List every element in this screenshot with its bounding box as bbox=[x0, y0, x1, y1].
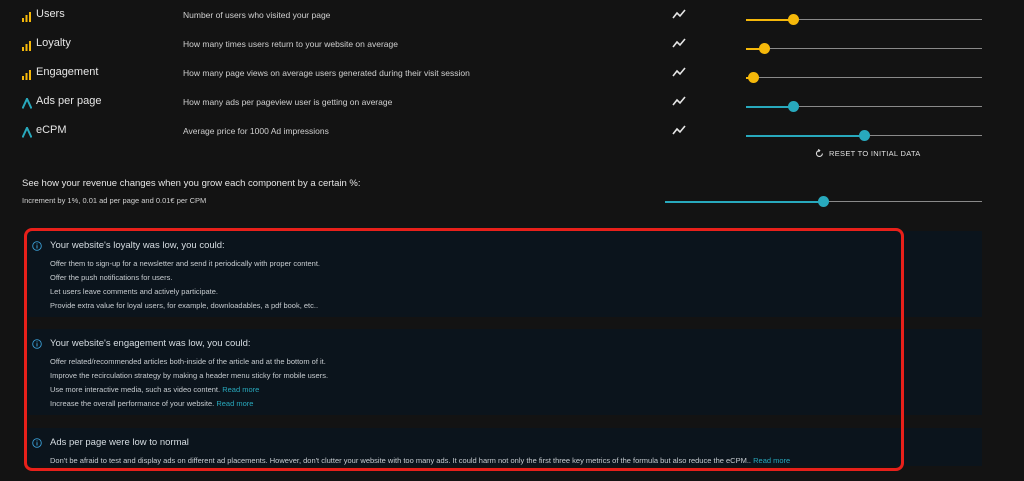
tip-list: Don't be afraid to test and display ads … bbox=[50, 454, 790, 468]
bar-chart-icon bbox=[22, 12, 31, 22]
engagement-slider[interactable] bbox=[746, 72, 982, 84]
trend-chart-icon[interactable] bbox=[672, 67, 686, 77]
slider-thumb[interactable] bbox=[787, 101, 799, 112]
metric-description: How many times users return to your webs… bbox=[183, 39, 398, 49]
tip-item: Offer the push notifications for users. bbox=[50, 271, 320, 285]
ad-logo-icon bbox=[22, 127, 32, 138]
trend-chart-icon[interactable] bbox=[672, 9, 686, 19]
metric-name: Ads per page bbox=[36, 95, 102, 107]
tip-title: Ads per page were low to normal bbox=[50, 437, 189, 448]
tip-title: Your website's engagement was low, you c… bbox=[50, 338, 251, 349]
slider-thumb[interactable] bbox=[858, 130, 870, 141]
metric-row-ecpm: eCPM Average price for 1000 Ad impressio… bbox=[0, 119, 1024, 148]
metric-name: eCPM bbox=[36, 124, 67, 136]
info-icon bbox=[32, 241, 42, 251]
tip-item-text: Use more interactive media, such as vide… bbox=[50, 385, 221, 394]
slider-thumb[interactable] bbox=[759, 43, 771, 54]
tip-item-text: Offer the push notifications for users. bbox=[50, 273, 173, 282]
metric-description: Average price for 1000 Ad impressions bbox=[183, 126, 329, 136]
ad-logo-icon bbox=[22, 98, 32, 109]
tip-title: Your website's loyalty was low, you coul… bbox=[50, 240, 225, 251]
metric-description: How many ads per pageview user is gettin… bbox=[183, 97, 393, 107]
metric-description: How many page views on average users gen… bbox=[183, 68, 470, 78]
metric-row-users: Users Number of users who visited your p… bbox=[0, 3, 1024, 32]
metric-name: Loyalty bbox=[36, 37, 71, 49]
info-icon bbox=[32, 339, 42, 349]
tip-item: Let users leave comments and actively pa… bbox=[50, 285, 320, 299]
tip-item: Offer related/recommended articles both-… bbox=[50, 355, 328, 369]
read-more-link[interactable]: Read more bbox=[216, 399, 253, 408]
tip-item-text: Let users leave comments and actively pa… bbox=[50, 287, 218, 296]
slider-thumb[interactable] bbox=[787, 14, 799, 25]
metric-description: Number of users who visited your page bbox=[183, 10, 331, 20]
bar-chart-icon bbox=[22, 41, 31, 51]
bar-chart-icon bbox=[22, 70, 31, 80]
tip-list: Offer related/recommended articles both-… bbox=[50, 355, 328, 411]
tip-card-ads-per-page: Ads per page were low to normal Don't be… bbox=[26, 428, 982, 466]
tip-item-text: Improve the recirculation strategy by ma… bbox=[50, 371, 329, 380]
tip-card-engagement: Your website's engagement was low, you c… bbox=[26, 329, 982, 415]
tip-item-text: Offer them to sign-up for a newsletter a… bbox=[50, 259, 321, 268]
slider-thumb[interactable] bbox=[747, 72, 759, 83]
tip-card-loyalty: Your website's loyalty was low, you coul… bbox=[26, 231, 982, 317]
read-more-link[interactable]: Read more bbox=[222, 385, 259, 394]
slider-thumb[interactable] bbox=[818, 196, 829, 207]
read-more-link[interactable]: Read more bbox=[753, 456, 790, 465]
reset-label: RESET TO INITIAL DATA bbox=[829, 149, 921, 158]
metric-name: Engagement bbox=[36, 66, 99, 78]
loyalty-slider[interactable] bbox=[746, 43, 982, 55]
tip-item: Increase the overall performance of your… bbox=[50, 397, 328, 411]
growth-slider[interactable] bbox=[665, 196, 982, 208]
tip-item-text: Increase the overall performance of your… bbox=[50, 399, 215, 408]
metric-row-engagement: Engagement How many page views on averag… bbox=[0, 61, 1024, 90]
trend-chart-icon[interactable] bbox=[672, 125, 686, 135]
reset-icon bbox=[815, 149, 823, 157]
info-icon bbox=[32, 438, 42, 448]
tip-item: Use more interactive media, such as vide… bbox=[50, 383, 328, 397]
tip-item: Improve the recirculation strategy by ma… bbox=[50, 369, 328, 383]
trend-chart-icon[interactable] bbox=[672, 96, 686, 106]
tip-item: Offer them to sign-up for a newsletter a… bbox=[50, 257, 320, 271]
tip-item: Don't be afraid to test and display ads … bbox=[50, 454, 790, 468]
tip-item-text: Don't be afraid to test and display ads … bbox=[50, 456, 752, 465]
growth-subtitle: Increment by 1%, 0.01 ad per page and 0.… bbox=[22, 196, 207, 205]
trend-chart-icon[interactable] bbox=[672, 38, 686, 48]
ads-per-page-slider[interactable] bbox=[746, 101, 982, 113]
reset-button[interactable]: RESET TO INITIAL DATA bbox=[815, 149, 921, 158]
ecpm-slider[interactable] bbox=[746, 130, 982, 142]
metric-row-ads-per-page: Ads per page How many ads per pageview u… bbox=[0, 90, 1024, 119]
users-slider[interactable] bbox=[746, 14, 982, 26]
metric-row-loyalty: Loyalty How many times users return to y… bbox=[0, 32, 1024, 61]
tip-item: Provide extra value for loyal users, for… bbox=[50, 299, 320, 313]
growth-title: See how your revenue changes when you gr… bbox=[22, 178, 361, 189]
tip-list: Offer them to sign-up for a newsletter a… bbox=[50, 257, 320, 313]
metric-name: Users bbox=[36, 8, 65, 20]
tip-item-text: Provide extra value for loyal users, for… bbox=[50, 301, 319, 310]
tip-item-text: Offer related/recommended articles both-… bbox=[50, 357, 326, 366]
